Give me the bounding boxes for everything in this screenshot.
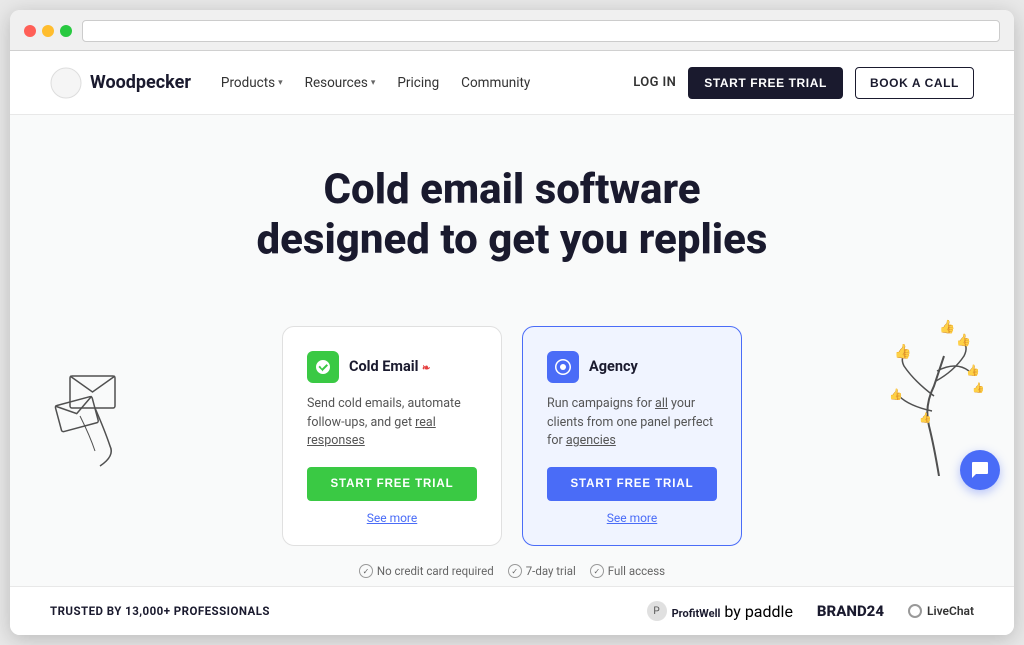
nav-products[interactable]: Products ▾	[221, 75, 283, 91]
cards-section: 👍 👍 👍 👍 👍 👍 👍 Cold Email ❧	[10, 326, 1014, 546]
trust-section: ✓ No credit card required ✓ 7-day trial …	[10, 564, 1014, 586]
svg-text:👍: 👍	[894, 343, 911, 360]
livechat-logo: LiveChat	[908, 604, 974, 618]
logo-text: Woodpecker	[90, 72, 191, 93]
cold-email-card-header: Cold Email ❧	[307, 351, 477, 383]
svg-text:👍: 👍	[939, 319, 955, 335]
svg-text:👍: 👍	[972, 381, 984, 394]
svg-text:👍: 👍	[889, 388, 903, 401]
profitwell-logo: P ProfitWell by paddle	[647, 601, 793, 621]
navbar: 🐦 Woodpecker Products ▾ Resources ▾ Pric…	[10, 51, 1014, 115]
cold-email-trial-button[interactable]: START FREE TRIAL	[307, 467, 477, 501]
nav-community[interactable]: Community	[461, 75, 530, 91]
chevron-resources-icon: ▾	[371, 78, 376, 88]
cold-email-description: Send cold emails, automate follow-ups, a…	[307, 395, 477, 451]
partner-logos: P ProfitWell by paddle BRAND24 LiveChat	[647, 601, 974, 621]
agency-trial-button[interactable]: START FREE TRIAL	[547, 467, 717, 501]
brand24-logo: BRAND24	[817, 602, 884, 620]
agency-description: Run campaigns for all your clients from …	[547, 395, 717, 451]
dot-yellow[interactable]	[42, 25, 54, 37]
hero-title: Cold email software designed to get you …	[172, 165, 852, 266]
browser-chrome	[10, 10, 1014, 51]
deco-left-illustration	[40, 356, 160, 486]
logo[interactable]: 🐦 Woodpecker	[50, 67, 191, 99]
nav-start-trial-button[interactable]: START FREE TRIAL	[688, 67, 843, 99]
profitwell-icon: P	[647, 601, 667, 621]
page: 🐦 Woodpecker Products ▾ Resources ▾ Pric…	[10, 51, 1014, 635]
trust-no-credit-card: ✓ No credit card required	[359, 564, 494, 578]
profitwell-text: ProfitWell by paddle	[672, 602, 793, 621]
agency-card-header: Agency	[547, 351, 717, 383]
trust-7-day: ✓ 7-day trial	[508, 564, 576, 578]
cold-email-see-more[interactable]: See more	[307, 511, 477, 525]
chevron-products-icon: ▾	[278, 78, 283, 88]
cold-email-icon	[307, 351, 339, 383]
book-call-button[interactable]: BOOK A CALL	[855, 67, 974, 99]
agency-card: Agency Run campaigns for all your client…	[522, 326, 742, 546]
agency-title: Agency	[589, 358, 638, 375]
hero-section: Cold email software designed to get you …	[10, 115, 1014, 316]
check-icon-1: ✓	[359, 564, 373, 578]
cold-email-badge: ❧	[422, 363, 430, 374]
trusted-text: TRUSTED BY 13,000+ PROFESSIONALS	[50, 604, 270, 618]
trust-full-access: ✓ Full access	[590, 564, 665, 578]
dot-green[interactable]	[60, 25, 72, 37]
logo-icon: 🐦	[50, 67, 82, 99]
check-icon-2: ✓	[508, 564, 522, 578]
agency-see-more[interactable]: See more	[547, 511, 717, 525]
nav-pricing[interactable]: Pricing	[397, 75, 439, 91]
chat-fab-button[interactable]	[960, 450, 1000, 490]
svg-text:👍: 👍	[919, 411, 931, 424]
livechat-dot-icon	[908, 604, 922, 618]
dot-red[interactable]	[24, 25, 36, 37]
bottom-bar: TRUSTED BY 13,000+ PROFESSIONALS P Profi…	[10, 586, 1014, 635]
check-icon-3: ✓	[590, 564, 604, 578]
nav-resources[interactable]: Resources ▾	[305, 75, 376, 91]
browser-window: 🐦 Woodpecker Products ▾ Resources ▾ Pric…	[10, 10, 1014, 635]
login-button[interactable]: LOG IN	[633, 75, 676, 90]
agency-icon	[547, 351, 579, 383]
cold-email-title: Cold Email ❧	[349, 358, 430, 375]
svg-text:👍: 👍	[966, 364, 980, 377]
nav-left: 🐦 Woodpecker Products ▾ Resources ▾ Pric…	[50, 67, 530, 99]
chat-icon	[970, 460, 990, 480]
address-bar[interactable]	[82, 20, 1000, 42]
nav-right: LOG IN START FREE TRIAL BOOK A CALL	[633, 67, 974, 99]
svg-text:👍: 👍	[956, 333, 971, 347]
nav-links: Products ▾ Resources ▾ Pricing Community	[221, 75, 530, 91]
cold-email-card: Cold Email ❧ Send cold emails, automate …	[282, 326, 502, 546]
browser-dots	[24, 25, 72, 37]
